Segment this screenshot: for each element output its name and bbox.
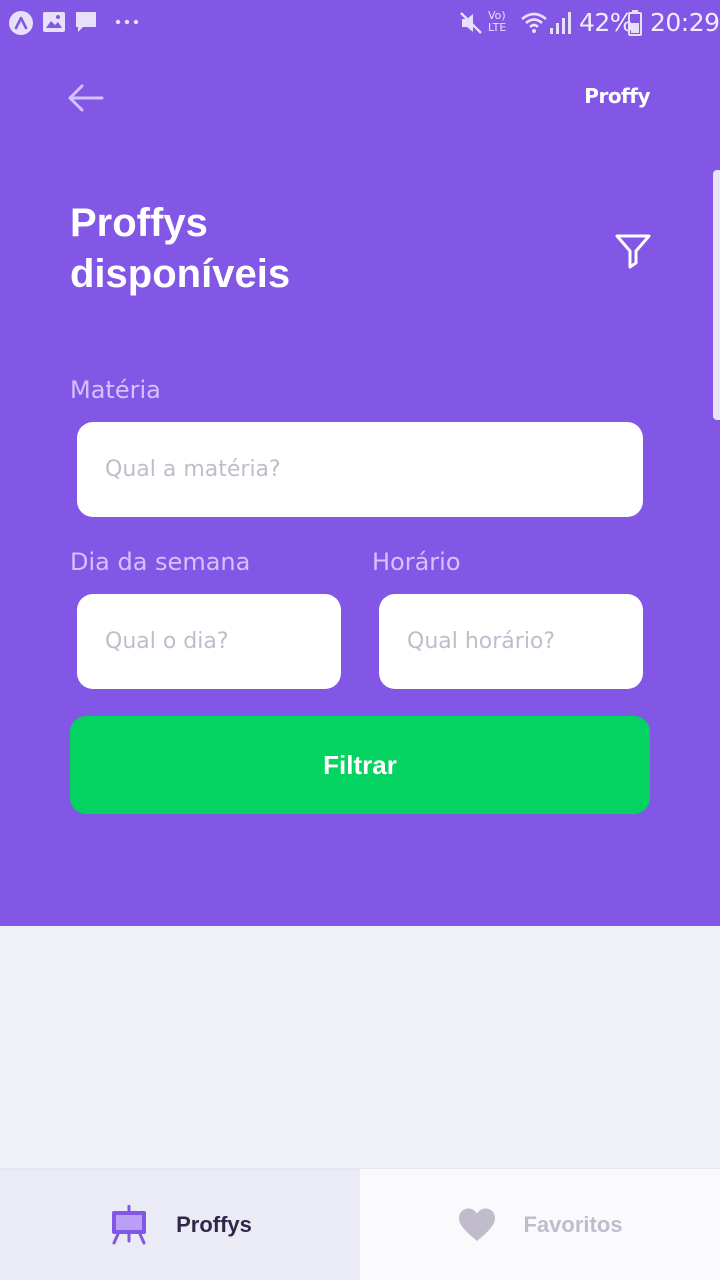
page-title-line-1: Proffys bbox=[70, 201, 208, 245]
scroll-indicator bbox=[713, 170, 720, 420]
app-notification-icon bbox=[8, 10, 34, 35]
subject-label: Matéria bbox=[70, 376, 161, 404]
subject-input[interactable] bbox=[77, 422, 643, 517]
page-title-line-2: disponíveis bbox=[70, 252, 291, 296]
filter-icon bbox=[615, 234, 651, 269]
tab-favoritos[interactable]: Favoritos bbox=[360, 1169, 720, 1280]
submit-filter-button[interactable]: Filtrar bbox=[70, 716, 650, 814]
volte-label: Vo) LTE bbox=[488, 9, 507, 34]
time-label: Horário bbox=[372, 548, 461, 576]
tab-proffys-label: Proffys bbox=[176, 1212, 252, 1237]
arrow-left-icon bbox=[68, 84, 104, 112]
week-day-input[interactable] bbox=[77, 594, 341, 689]
gallery-notification-icon bbox=[42, 10, 66, 34]
brand-logo: Proffy bbox=[584, 84, 650, 108]
more-notifications-icon bbox=[114, 10, 140, 34]
wifi-icon bbox=[520, 10, 548, 34]
battery-percent: 42% bbox=[579, 8, 634, 37]
tab-bar: Proffys Favoritos bbox=[0, 1168, 720, 1280]
header: Vo) LTE 42% 20:29 Proffy Proffys disponí… bbox=[0, 0, 720, 926]
tab-proffys[interactable]: Proffys bbox=[0, 1169, 360, 1280]
battery-icon bbox=[628, 10, 642, 36]
message-notification-icon bbox=[74, 10, 98, 34]
easel-icon bbox=[112, 1205, 147, 1245]
mute-icon bbox=[458, 10, 484, 34]
clock: 20:29 bbox=[650, 8, 720, 37]
heart-icon bbox=[459, 1208, 496, 1241]
toggle-filters-button[interactable] bbox=[612, 230, 654, 270]
time-input[interactable] bbox=[379, 594, 643, 689]
status-bar: Vo) LTE 42% 20:29 bbox=[0, 0, 720, 44]
week-day-label: Dia da semana bbox=[70, 548, 251, 576]
screen: Vo) LTE 42% 20:29 Proffy Proffys disponí… bbox=[0, 0, 720, 1280]
back-button[interactable] bbox=[64, 80, 108, 116]
page-title: Proffys disponíveis bbox=[70, 198, 470, 300]
signal-icon bbox=[548, 10, 574, 34]
tab-favoritos-label: Favoritos bbox=[523, 1212, 623, 1237]
